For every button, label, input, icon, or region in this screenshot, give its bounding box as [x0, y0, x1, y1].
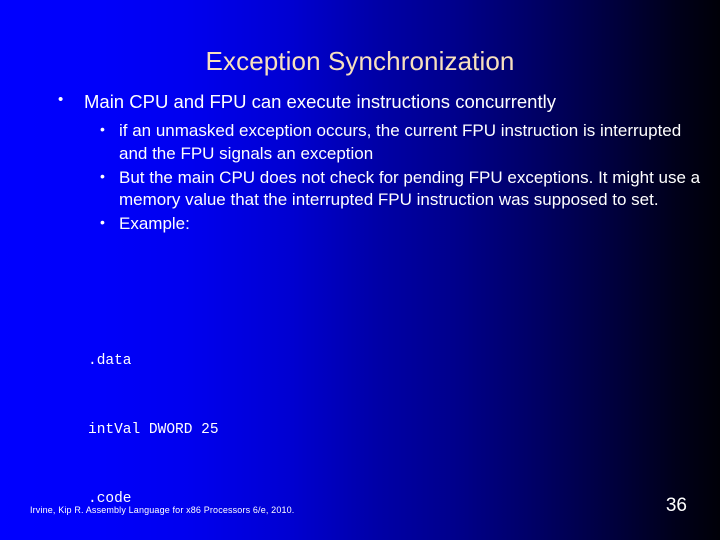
bullet-item-level2: • But the main CPU does not check for pe…: [0, 167, 720, 213]
code-line: .data: [88, 350, 494, 373]
bullet-marker-icon: •: [100, 214, 105, 231]
footer-citation: Irvine, Kip R. Assembly Language for x86…: [30, 505, 295, 515]
bullet-text: Main CPU and FPU can execute instruction…: [84, 91, 556, 112]
bullet-marker-icon: •: [100, 167, 105, 184]
bullet-item-level2: • if an unmasked exception occurs, the c…: [0, 120, 720, 166]
presentation-slide: Exception Synchronization • Main CPU and…: [0, 0, 720, 540]
code-source: .data: [88, 353, 132, 369]
bullet-item-level2: • Example:: [0, 213, 720, 236]
code-source: intVal DWORD 25: [88, 422, 219, 438]
code-line: intVal DWORD 25: [88, 419, 494, 442]
bullet-marker-icon: •: [58, 91, 64, 108]
slide-body: • Main CPU and FPU can execute instructi…: [0, 90, 720, 237]
page-title: Exception Synchronization: [205, 46, 515, 77]
bullet-text: if an unmasked exception occurs, the cur…: [119, 121, 682, 163]
bullet-text: Example:: [119, 214, 190, 234]
bullet-item-level1: • Main CPU and FPU can execute instructi…: [0, 90, 720, 114]
bullet-text: But the main CPU does not check for pend…: [119, 167, 701, 210]
page-number: 36: [665, 495, 687, 516]
bullet-marker-icon: •: [100, 121, 105, 138]
